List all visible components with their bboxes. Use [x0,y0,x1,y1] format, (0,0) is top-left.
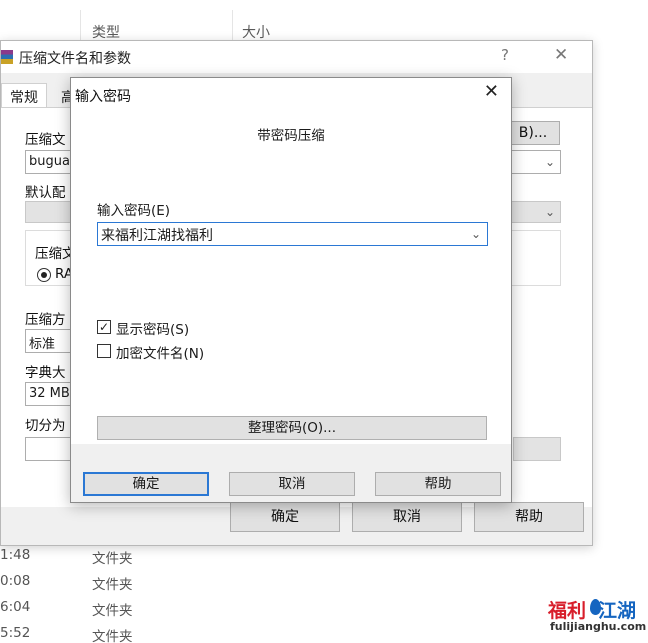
help-button[interactable]: 帮助 [375,472,501,496]
password-dialog-title: 输入密码 [75,89,131,105]
ok-button[interactable]: 确定 [83,472,209,496]
cancel-button[interactable]: 取消 [352,502,462,532]
archive-name-label: 压缩文 [25,132,66,148]
column-header-type[interactable]: 类型 [92,22,120,42]
password-label: 输入密码(E) [97,203,171,219]
watermark-url: fulijianghu.com [550,620,647,633]
winrar-icon [1,50,13,64]
password-dialog-body: 带密码压缩 [71,110,511,444]
password-value: 来福利江湖找福利 [101,228,213,244]
column-header-size[interactable]: 大小 [242,22,270,42]
item-type: 文件夹 [92,577,133,593]
cancel-button[interactable]: 取消 [229,472,355,496]
password-dialog-titlebar[interactable]: 输入密码 ✕ [71,78,511,110]
item-time: 1:48 [0,547,31,563]
dictionary-value: 32 MB [29,386,70,401]
item-type: 文件夹 [92,629,133,643]
set-password-button[interactable] [513,437,561,461]
water-drop-icon [590,599,601,615]
archive-dialog-title: 压缩文件名和参数 [19,51,131,67]
item-type: 文件夹 [92,551,133,567]
item-time: 5:52 [0,625,31,641]
show-password-label: 显示密码(S) [116,322,190,338]
help-icon[interactable]: ? [501,46,509,64]
list-item[interactable]: 1:48 文件夹 [0,544,648,570]
encrypt-filenames-label: 加密文件名(N) [116,346,205,362]
method-label: 压缩方 [25,312,66,328]
method-value: 标准 [29,337,56,352]
item-time: 0:08 [0,573,31,589]
archive-name-value: buguai [29,154,74,169]
column-separator [80,10,81,44]
encrypt-filenames-checkbox[interactable] [97,344,111,358]
chevron-down-icon[interactable]: ⌄ [545,205,555,219]
item-type: 文件夹 [92,603,133,619]
split-label: 切分为 [25,418,66,434]
item-time: 6:04 [0,599,31,615]
show-password-checkbox[interactable]: ✓ [97,320,111,334]
help-button[interactable]: 帮助 [474,502,584,532]
enter-password-dialog: 输入密码 ✕ 带密码压缩 输入密码(E) 来福利江湖找福利 ⌄ ✓ 显示密码(S… [70,77,512,503]
chevron-down-icon[interactable]: ⌄ [471,227,481,241]
dictionary-label: 字典大 [25,365,66,381]
ok-button[interactable]: 确定 [230,502,340,532]
column-separator [232,10,233,44]
close-icon[interactable]: ✕ [484,81,499,102]
list-item[interactable]: 0:08 文件夹 [0,570,648,596]
close-icon[interactable]: ✕ [554,45,568,65]
tab-general[interactable]: 常规 [1,83,47,110]
password-input[interactable]: 来福利江湖找福利 [97,222,488,246]
password-dialog-heading: 带密码压缩 [257,128,325,144]
explorer-header: 类型 大小 [0,0,648,44]
browse-button[interactable]: B)... [506,121,560,145]
organize-passwords-button[interactable]: 整理密码(O)... [97,416,487,440]
chevron-down-icon[interactable]: ⌄ [545,155,555,169]
watermark-logo: 福利 江湖 fulijianghu.com [548,596,647,636]
archive-dialog-titlebar[interactable]: 压缩文件名和参数 ? ✕ [1,41,592,73]
default-profile-label: 默认配 [25,185,66,201]
format-rar-radio[interactable] [37,268,51,282]
watermark-brand-part2: 江湖 [598,600,637,622]
watermark-brand-part1: 福利 [548,600,587,622]
